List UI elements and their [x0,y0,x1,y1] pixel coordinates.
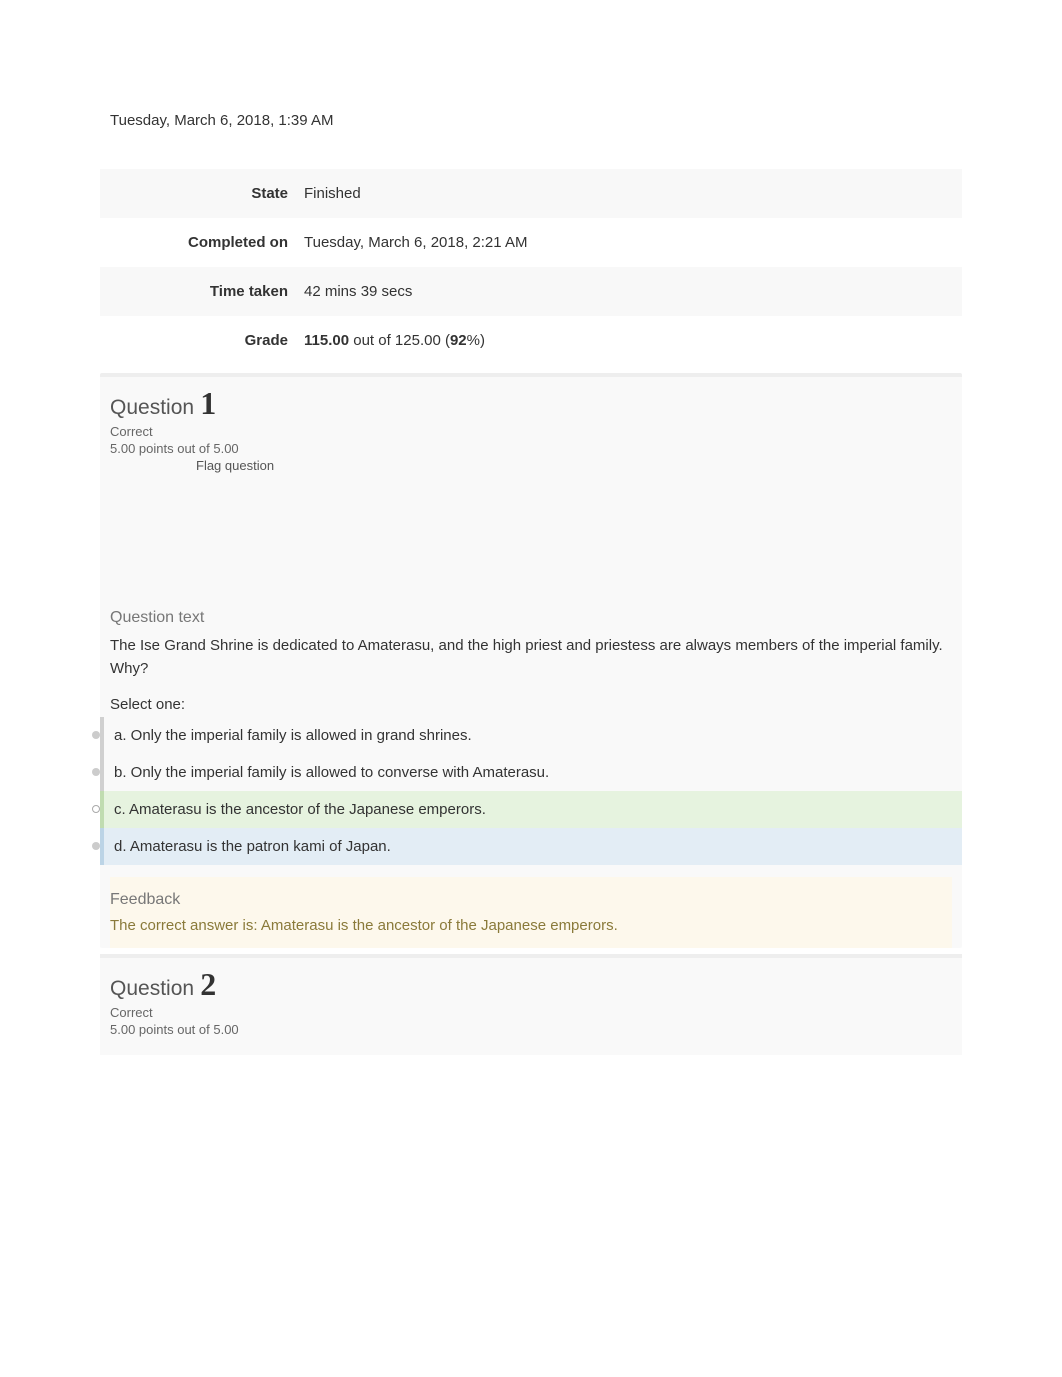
time-label: Time taken [100,267,300,316]
question-text-heading: Question text [100,599,962,635]
answer-option-a[interactable]: a. Only the imperial family is allowed i… [100,717,962,754]
grade-value: 115.00 out of 125.00 (92%) [300,316,962,365]
started-on: Tuesday, March 6, 2018, 1:39 AM [100,100,962,169]
answer-option-d-label: d. Amaterasu is the patron kami of Japan… [114,838,391,855]
radio-icon [92,731,100,739]
flag-question-link[interactable]: Flag question [110,458,952,473]
answer-option-b[interactable]: b. Only the imperial family is allowed t… [100,754,962,791]
summary-row-completed: Completed on Tuesday, March 6, 2018, 2:2… [100,218,962,267]
question-spacer [100,481,962,599]
answer-option-b-label: b. Only the imperial family is allowed t… [114,764,549,781]
select-one-label: Select one: [100,696,962,717]
summary-row-state: State Finished [100,169,962,218]
question-grade: 5.00 points out of 5.00 [110,1022,952,1037]
question-1-block: Question 1 Correct 5.00 points out of 5.… [100,373,962,948]
grade-tail: %) [467,332,485,349]
radio-icon [92,842,100,850]
grade-label: Grade [100,316,300,365]
question-word: Question [110,977,194,1000]
summary-row-grade: Grade 115.00 out of 125.00 (92%) [100,316,962,365]
answer-option-c[interactable]: c. Amaterasu is the ancestor of the Japa… [100,791,962,828]
time-value: 42 mins 39 secs [300,267,962,316]
question-grade: 5.00 points out of 5.00 [110,441,952,456]
grade-pct: 92 [450,332,467,349]
answer-option-d[interactable]: d. Amaterasu is the patron kami of Japan… [100,828,962,865]
question-word: Question [110,396,194,419]
answer-option-c-label: c. Amaterasu is the ancestor of the Japa… [114,801,486,818]
question-text: The Ise Grand Shrine is dedicated to Ama… [100,635,962,696]
answer-option-a-label: a. Only the imperial family is allowed i… [114,727,472,744]
grade-mid: out of 125.00 ( [349,332,450,349]
summary-row-time: Time taken 42 mins 39 secs [100,267,962,316]
question-1-header: Question 1 Correct 5.00 points out of 5.… [100,385,962,481]
radio-icon [92,768,100,776]
state-value: Finished [300,169,962,218]
attempt-summary-table: State Finished Completed on Tuesday, Mar… [100,169,962,365]
state-label: State [100,169,300,218]
feedback-section: Feedback The correct answer is: Amateras… [110,877,952,948]
completed-label: Completed on [100,218,300,267]
grade-score: 115.00 [304,332,349,349]
feedback-text: The correct answer is: Amaterasu is the … [110,917,952,938]
radio-icon [92,805,100,813]
question-number: 1 [200,385,216,421]
question-2-block: Question 2 Correct 5.00 points out of 5.… [100,954,962,1055]
completed-value: Tuesday, March 6, 2018, 2:21 AM [300,218,962,267]
question-number: 2 [200,966,216,1002]
question-state: Correct [110,1005,952,1020]
feedback-heading: Feedback [110,877,952,917]
question-state: Correct [110,424,952,439]
